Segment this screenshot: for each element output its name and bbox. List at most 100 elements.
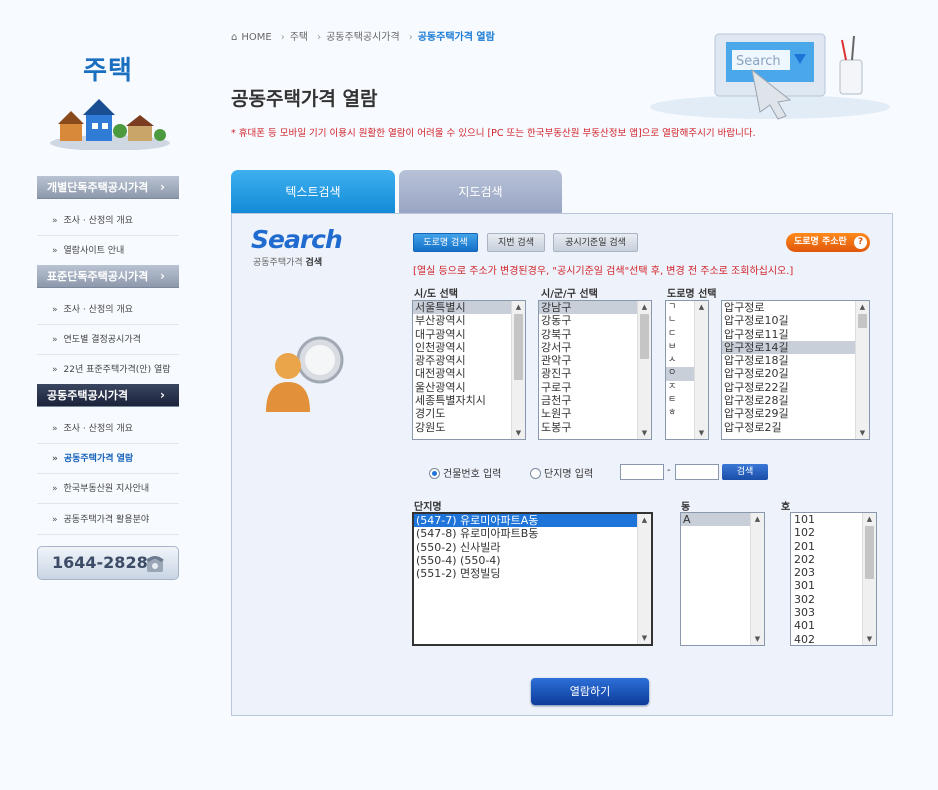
sidebar-item[interactable]: » 22년 표준주택가격(안) 열람	[37, 355, 179, 385]
scroll-up-icon[interactable]: ▲	[863, 513, 876, 525]
scrollbar[interactable]: ▲ ▼	[862, 513, 876, 645]
scroll-up-icon[interactable]: ▲	[856, 301, 869, 313]
main-number-input[interactable]	[620, 464, 664, 480]
scroll-down-icon[interactable]: ▼	[512, 427, 525, 439]
dong-select[interactable]: A ▲ ▼	[680, 512, 765, 646]
help-icon[interactable]: ?	[854, 236, 867, 249]
complex-select[interactable]: (547-7) 유로미아파트A동 (547-8) 유로미아파트B동 (550-2) …	[412, 512, 653, 646]
breadcrumb-item[interactable]: 주택	[290, 32, 308, 43]
scroll-down-icon[interactable]: ▼	[638, 632, 651, 644]
sidebar-item[interactable]: » 조사 · 산정의 개요	[37, 414, 179, 444]
list-option[interactable]: 광주광역시	[413, 354, 525, 367]
list-option[interactable]: 압구정로11길	[722, 328, 869, 341]
road-name-select[interactable]: 압구정로 압구정로10길 압구정로11길 압구정로14길 압구정로18길 압구정로20길 압…	[721, 300, 870, 440]
list-option[interactable]: 서울특별시	[413, 301, 525, 315]
list-option[interactable]: 강원도	[413, 421, 525, 434]
list-option[interactable]: 압구정로2길	[722, 421, 869, 434]
lot-search-button[interactable]: 지번 검색	[487, 233, 545, 252]
list-option[interactable]: 세종특별자치시	[413, 394, 525, 407]
base-date-search-button[interactable]: 공시기준일 검색	[553, 233, 638, 252]
sidebar-item[interactable]: » 공동주택가격 활용분야	[37, 505, 179, 535]
scroll-thumb[interactable]	[640, 314, 649, 359]
road-address-button[interactable]: 도로명 주소란?	[786, 233, 870, 252]
scrollbar[interactable]: ▲ ▼	[637, 514, 651, 644]
list-option[interactable]: 압구정로18길	[722, 354, 869, 367]
list-option[interactable]: (547-8) 유로미아파트B동	[414, 527, 651, 540]
list-option[interactable]: 압구정로	[722, 301, 869, 314]
radio-dot[interactable]	[530, 468, 541, 479]
list-option[interactable]: (550-4) (550-4)	[414, 554, 651, 567]
road-search-button[interactable]: 도로명 검색	[413, 233, 478, 252]
list-option[interactable]: 강남구	[539, 301, 651, 315]
sidebar-section-header[interactable]: 공동주택공시가격 ›	[37, 384, 179, 407]
sigungu-select[interactable]: 강남구 강동구 강북구 강서구 관악구 광진구 구로구 금천구 노원구 도봉구 ▲ ▼	[538, 300, 652, 440]
sidebar-item[interactable]: » 공동주택가격 열람	[37, 444, 179, 474]
scroll-thumb[interactable]	[514, 314, 523, 380]
sidebar-section-header[interactable]: 표준단독주택공시가격 ›	[37, 265, 179, 288]
list-option[interactable]: 관악구	[539, 354, 651, 367]
scroll-thumb[interactable]	[858, 314, 867, 328]
search-button[interactable]: 검색	[722, 464, 768, 480]
list-option[interactable]: 구로구	[539, 381, 651, 394]
tab-text-search[interactable]: 텍스트검색	[231, 170, 395, 215]
list-option[interactable]: 강동구	[539, 314, 651, 327]
sub-number-input[interactable]	[675, 464, 719, 480]
scrollbar[interactable]: ▲ ▼	[637, 301, 651, 439]
radio-complex-name[interactable]: 단지명 입력	[530, 465, 593, 480]
initial-consonant-select[interactable]: ㄱㄴㄷㅂㅅㅇㅈㅌㅎ ▲ ▼	[665, 300, 709, 440]
ho-select[interactable]: 101 102 201 202 203 301 302 303 401 402 ▲ ▼	[790, 512, 877, 646]
list-option[interactable]: 압구정로22길	[722, 381, 869, 394]
list-option[interactable]: 도봉구	[539, 421, 651, 434]
scrollbar[interactable]: ▲ ▼	[511, 301, 525, 439]
scroll-up-icon[interactable]: ▲	[751, 513, 764, 525]
breadcrumb-item[interactable]: 공동주택공시가격	[326, 32, 400, 43]
list-option[interactable]: 압구정로29길	[722, 407, 869, 420]
scrollbar[interactable]: ▲ ▼	[750, 513, 764, 645]
sido-select[interactable]: 서울특별시 부산광역시 대구광역시 인천광역시 광주광역시 대전광역시 울산광역시 세종특별자…	[412, 300, 526, 440]
scrollbar[interactable]: ▲ ▼	[694, 301, 708, 439]
list-option[interactable]: 경기도	[413, 407, 525, 420]
scroll-down-icon[interactable]: ▼	[856, 427, 869, 439]
list-option[interactable]: 대구광역시	[413, 328, 525, 341]
scrollbar[interactable]: ▲ ▼	[855, 301, 869, 439]
list-option[interactable]: 부산광역시	[413, 314, 525, 327]
list-option[interactable]: (550-2) 신사빌라	[414, 541, 651, 554]
list-option[interactable]: 압구정로14길	[722, 340, 869, 355]
breadcrumb-home[interactable]: HOME	[241, 32, 271, 43]
sidebar-section-header[interactable]: 개별단독주택공시가격 ›	[37, 176, 179, 199]
list-option[interactable]: (551-2) 면정빌딩	[414, 567, 651, 580]
list-option[interactable]: 금천구	[539, 394, 651, 407]
sidebar-item[interactable]: » 열람사이트 안내	[37, 236, 179, 266]
scroll-down-icon[interactable]: ▼	[638, 427, 651, 439]
home-icon[interactable]: ⌂	[231, 32, 237, 43]
tab-map-search[interactable]: 지도검색	[399, 170, 562, 215]
sidebar-item[interactable]: » 조사 · 산정의 개요	[37, 206, 179, 236]
view-button[interactable]: 열람하기	[531, 678, 649, 705]
list-option[interactable]: 압구정로28길	[722, 394, 869, 407]
scroll-up-icon[interactable]: ▲	[512, 301, 525, 313]
scroll-up-icon[interactable]: ▲	[638, 514, 651, 526]
list-option[interactable]: 인천광역시	[413, 341, 525, 354]
list-option[interactable]: 압구정로10길	[722, 314, 869, 327]
radio-dot[interactable]	[429, 468, 440, 479]
scroll-thumb[interactable]	[865, 526, 874, 579]
breadcrumb-current: 공동주택가격 열람	[417, 32, 495, 43]
sidebar-item-label: 연도별 결정공시가격	[63, 335, 141, 345]
list-option[interactable]: 압구정로20길	[722, 367, 869, 380]
sidebar-item[interactable]: » 한국부동산원 지사안내	[37, 474, 179, 504]
list-option[interactable]: 대전광역시	[413, 367, 525, 380]
list-option[interactable]: 강북구	[539, 328, 651, 341]
scroll-up-icon[interactable]: ▲	[638, 301, 651, 313]
list-option[interactable]: 강서구	[539, 341, 651, 354]
scroll-up-icon[interactable]: ▲	[695, 301, 708, 313]
list-option[interactable]: 울산광역시	[413, 381, 525, 394]
sidebar-item[interactable]: » 연도별 결정공시가격	[37, 325, 179, 355]
scroll-down-icon[interactable]: ▼	[695, 427, 708, 439]
scroll-down-icon[interactable]: ▼	[863, 633, 876, 645]
list-option[interactable]: (547-7) 유로미아파트A동	[414, 514, 651, 528]
sidebar-item[interactable]: » 조사 · 산정의 개요	[37, 295, 179, 325]
radio-building-number[interactable]: 건물번호 입력	[429, 465, 501, 480]
list-option[interactable]: 광진구	[539, 367, 651, 380]
scroll-down-icon[interactable]: ▼	[751, 633, 764, 645]
list-option[interactable]: 노원구	[539, 407, 651, 420]
